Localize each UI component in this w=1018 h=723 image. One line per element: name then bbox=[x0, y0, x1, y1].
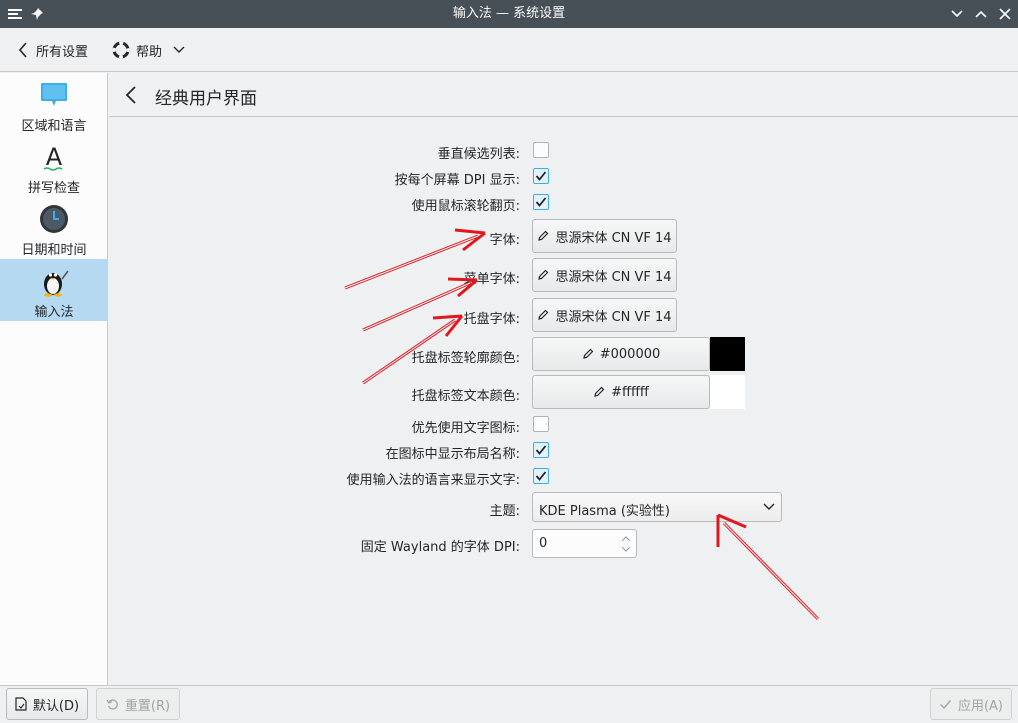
menu-font-label: 菜单字体: bbox=[463, 272, 520, 287]
tray-font-label: 托盘字体: bbox=[463, 312, 520, 327]
annotation-arrow-menu-font bbox=[362, 277, 478, 332]
page-header: 经典用户界面 bbox=[109, 73, 1018, 117]
sidebar-item-label: 拼写检查 bbox=[27, 181, 80, 196]
back-arrow-icon[interactable] bbox=[121, 83, 143, 107]
tray-text-color-swatch[interactable] bbox=[710, 375, 745, 409]
chevron-left-icon bbox=[18, 42, 27, 58]
chevron-down-icon[interactable] bbox=[946, 0, 968, 28]
vertical-list-label: 垂直候选列表: bbox=[437, 147, 520, 162]
window-title: 输入法 — 系统设置 bbox=[452, 6, 566, 21]
show-layout-name-label: 在图标中显示布局名称: bbox=[385, 447, 520, 462]
wayland-dpi-spinbox[interactable]: 0 bbox=[532, 529, 637, 558]
page-title: 经典用户界面 bbox=[155, 89, 257, 109]
menu-font-value: 思源宋体 CN VF 14 bbox=[555, 269, 672, 285]
window-titlebar: 输入法 — 系统设置 bbox=[0, 0, 1018, 28]
help-lifebuoy-icon bbox=[112, 41, 130, 59]
pencil-icon bbox=[538, 230, 549, 241]
footer-bar: 默认(D) 重置(R) 应用(A) bbox=[0, 685, 1018, 723]
chevron-up-icon[interactable] bbox=[970, 0, 992, 28]
tray-text-color-button[interactable]: #ffffff bbox=[532, 375, 710, 409]
tray-font-select-button[interactable]: 思源宋体 CN VF 14 bbox=[532, 298, 677, 332]
wayland-dpi-label: 固定 Wayland 的字体 DPI: bbox=[360, 540, 520, 555]
chevron-down-icon bbox=[173, 46, 185, 53]
all-settings-button[interactable]: 所有设置 bbox=[16, 36, 88, 64]
theme-combobox[interactable]: KDE Plasma (实验性) bbox=[532, 492, 782, 522]
sidebar-item-label: 日期和时间 bbox=[21, 243, 87, 258]
checkmark-icon bbox=[535, 471, 547, 481]
checkmark-icon bbox=[535, 171, 547, 181]
tray-outline-color-swatch[interactable] bbox=[710, 337, 745, 371]
close-icon[interactable] bbox=[994, 0, 1016, 28]
reset-button[interactable]: 重置(R) bbox=[96, 688, 180, 720]
wayland-dpi-value: 0 bbox=[539, 536, 548, 551]
top-toolbar: 所有设置 帮助 bbox=[0, 28, 1018, 72]
tray-outline-color-value: #000000 bbox=[599, 346, 661, 362]
defaults-label: 默认(D) bbox=[32, 698, 80, 714]
sidebar-item-label: 输入法 bbox=[34, 305, 74, 320]
pencil-icon bbox=[594, 386, 605, 397]
per-screen-dpi-label: 按每个屏幕 DPI 显示: bbox=[394, 173, 520, 188]
sidebar-item-spellcheck[interactable]: A 拼写检查 bbox=[0, 135, 108, 197]
undo-icon bbox=[106, 698, 118, 710]
apply-label: 应用(A) bbox=[957, 698, 1004, 714]
help-menu-button[interactable]: 帮助 bbox=[112, 36, 186, 64]
svg-text:A: A bbox=[46, 143, 63, 171]
show-layout-name-checkbox[interactable] bbox=[533, 442, 549, 458]
checkmark-icon bbox=[939, 699, 951, 709]
input-method-penguin-icon bbox=[44, 270, 69, 297]
sidebar-item-datetime[interactable]: 日期和时间 bbox=[0, 197, 108, 259]
per-screen-dpi-checkbox[interactable] bbox=[533, 168, 549, 184]
tray-outline-color-label: 托盘标签轮廓颜色: bbox=[411, 351, 520, 366]
help-label: 帮助 bbox=[136, 44, 163, 60]
reset-label: 重置(R) bbox=[124, 698, 171, 714]
wheel-page-checkbox[interactable] bbox=[533, 194, 549, 210]
vertical-list-checkbox[interactable] bbox=[533, 142, 549, 158]
annotation-arrow-theme bbox=[716, 513, 820, 621]
pencil-icon bbox=[538, 309, 549, 320]
prefer-text-icon-label: 优先使用文字图标: bbox=[411, 421, 520, 436]
sidebar-item-input-method[interactable]: 输入法 bbox=[0, 259, 108, 321]
font-select-button[interactable]: 思源宋体 CN VF 14 bbox=[532, 219, 677, 253]
theme-label: 主题: bbox=[489, 504, 520, 519]
region-language-icon bbox=[41, 83, 67, 106]
clock-icon bbox=[40, 205, 68, 233]
chevron-down-icon bbox=[763, 503, 775, 510]
font-value: 思源宋体 CN VF 14 bbox=[555, 230, 672, 246]
all-settings-label: 所有设置 bbox=[36, 44, 89, 60]
pencil-icon bbox=[582, 348, 594, 359]
wheel-page-label: 使用鼠标滚轮翻页: bbox=[411, 199, 520, 214]
spellcheck-icon: A bbox=[43, 143, 63, 171]
use-im-language-label: 使用输入法的语言来显示文字: bbox=[346, 473, 520, 488]
spin-updown-icon[interactable] bbox=[620, 532, 632, 556]
defaults-button[interactable]: 默认(D) bbox=[6, 688, 88, 720]
tray-text-color-value: #ffffff bbox=[611, 384, 649, 400]
sidebar-item-region-language[interactable]: 区域和语言 bbox=[0, 73, 108, 135]
theme-value: KDE Plasma (实验性) bbox=[539, 504, 670, 519]
prefer-text-icon-checkbox[interactable] bbox=[533, 416, 549, 432]
pencil-icon bbox=[538, 269, 549, 280]
checkmark-icon bbox=[535, 445, 547, 455]
font-label: 字体: bbox=[489, 233, 520, 248]
document-icon bbox=[15, 697, 27, 711]
menu-font-select-button[interactable]: 思源宋体 CN VF 14 bbox=[532, 258, 677, 292]
tray-font-value: 思源宋体 CN VF 14 bbox=[555, 309, 672, 325]
checkmark-icon bbox=[535, 197, 547, 207]
apply-button[interactable]: 应用(A) bbox=[930, 688, 1012, 720]
tray-text-color-label: 托盘标签文本颜色: bbox=[411, 389, 520, 404]
use-im-language-checkbox[interactable] bbox=[533, 468, 549, 484]
tray-outline-color-button[interactable]: #000000 bbox=[532, 337, 710, 371]
sidebar: 区域和语言 A 拼写检查 日期和时间 输入法 bbox=[0, 73, 108, 685]
sidebar-item-label: 区域和语言 bbox=[21, 119, 87, 134]
